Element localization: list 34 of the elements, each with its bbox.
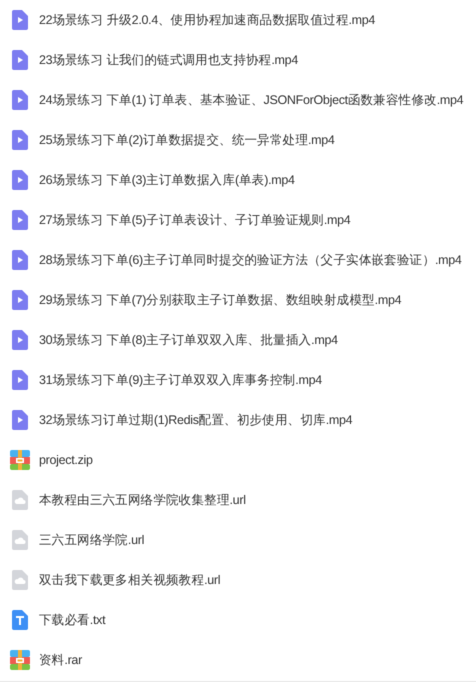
video-file-icon [12,50,28,70]
archive-file-icon [10,450,30,470]
archive-file-icon [10,650,30,670]
file-name[interactable]: 双击我下载更多相关视频教程.url [39,570,220,590]
video-file-icon [12,290,28,310]
file-name[interactable]: 24场景练习 下单(1) 订单表、基本验证、JSONForObject函数兼容性修改.mp4 [39,90,464,110]
video-file-icon [12,90,28,110]
file-name[interactable]: 26场景练习 下单(3)主订单数据入库(单表).mp4 [39,170,295,190]
video-file-icon [12,130,28,150]
video-file-icon [12,410,28,430]
video-file-icon [12,170,28,190]
file-name[interactable]: 25场景练习下单(2)订单数据提交、统一异常处理.mp4 [39,130,335,150]
cloud-file-icon [12,570,28,590]
file-name[interactable]: 23场景练习 让我们的链式调用也支持协程.mp4 [39,50,298,70]
text-file-icon [12,610,28,630]
cloud-file-icon [12,530,28,550]
video-file-icon [12,250,28,270]
file-name[interactable]: 22场景练习 升级2.0.4、使用协程加速商品数据取值过程.mp4 [39,10,376,30]
file-name[interactable]: 下载必看.txt [39,610,106,630]
file-name[interactable]: 29场景练习 下单(7)分别获取主子订单数据、数组映射成模型.mp4 [39,290,402,310]
cloud-file-icon [12,490,28,510]
video-file-icon [12,10,28,30]
file-name[interactable]: 资料.rar [39,650,82,670]
video-file-icon [12,210,28,230]
file-name[interactable]: 本教程由三六五网络学院收集整理.url [39,490,246,510]
file-name[interactable]: 32场景练习订单过期(1)Redis配置、初步使用、切库.mp4 [39,410,352,430]
file-name[interactable]: project.zip [39,450,93,470]
file-name[interactable]: 28场景练习下单(6)主子订单同时提交的验证方法（父子实体嵌套验证）.mp4 [39,250,462,270]
video-file-icon [12,370,28,390]
file-name[interactable]: 31场景练习下单(9)主子订单双双入库事务控制.mp4 [39,370,322,390]
file-name[interactable]: 27场景练习 下单(5)子订单表设计、子订单验证规则.mp4 [39,210,350,230]
file-name[interactable]: 30场景练习 下单(8)主子订单双双入库、批量插入.mp4 [39,330,338,350]
video-file-icon [12,330,28,350]
file-name[interactable]: 三六五网络学院.url [39,530,144,550]
